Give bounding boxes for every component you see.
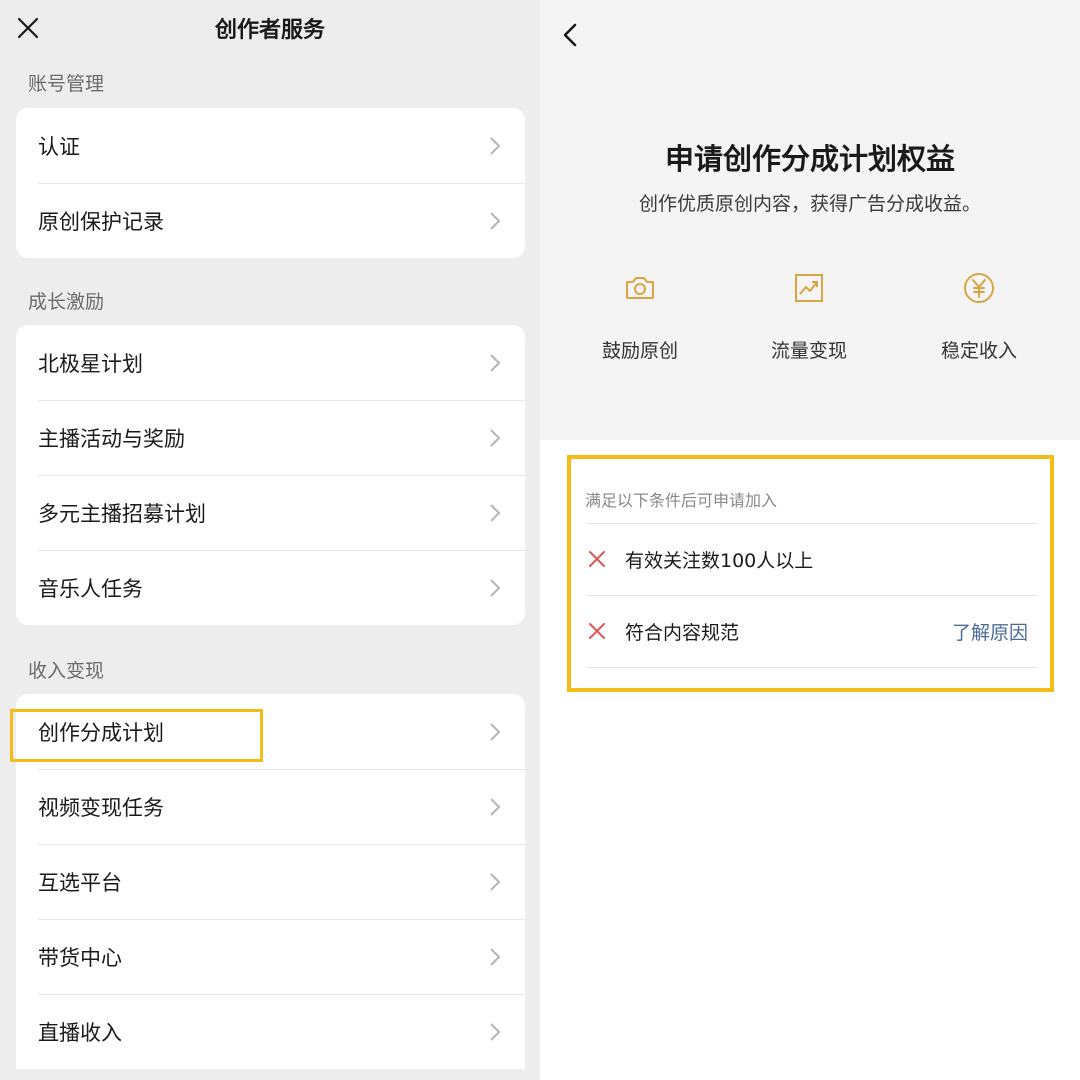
chevron-right-icon (490, 503, 501, 522)
chevron-right-icon (490, 353, 501, 372)
learn-reason-link[interactable]: 了解原因 (952, 618, 1028, 645)
feature-stable-income: 稳定收入 (894, 270, 1064, 363)
chevron-right-icon (490, 722, 501, 741)
menu-item-host-activities[interactable]: 主播活动与奖励 (16, 400, 525, 475)
feature-label: 鼓励原创 (601, 340, 678, 362)
cross-icon (589, 551, 605, 567)
menu-item-video-monetization[interactable]: 视频变现任务 (16, 769, 525, 844)
card-monetization: 创作分成计划 视频变现任务 互选平台 带货中心 直播收入 (16, 694, 525, 1069)
chevron-right-icon (490, 1022, 501, 1041)
menu-item-label: 认证 (38, 134, 80, 159)
menu-item-original-protection[interactable]: 原创保护记录 (16, 183, 525, 258)
menu-item-north-star[interactable]: 北极星计划 (16, 325, 525, 400)
camera-icon (626, 277, 654, 299)
back-arrow-icon[interactable] (560, 20, 580, 50)
cross-icon (589, 623, 605, 639)
feature-label: 流量变现 (770, 340, 847, 362)
yen-coin-icon (964, 273, 994, 303)
menu-item-label: 音乐人任务 (38, 576, 143, 601)
creator-services-panel: 创作者服务 账号管理 认证 原创保护记录 成长激励 北极星计划 主播活动与奖励 … (0, 0, 540, 1080)
feature-label: 稳定收入 (940, 340, 1017, 362)
section-label-account: 账号管理 (28, 73, 105, 95)
card-growth: 北极星计划 主播活动与奖励 多元主播招募计划 音乐人任务 (16, 325, 525, 625)
condition-content-policy: 符合内容规范 了解原因 (587, 596, 1038, 666)
menu-item-label: 原创保护记录 (38, 209, 164, 234)
chevron-right-icon (490, 947, 501, 966)
conditions-box: 满足以下条件后可申请加入 有效关注数100人以上 符合内容规范 了解原因 (567, 455, 1054, 692)
menu-item-verification[interactable]: 认证 (16, 108, 525, 183)
condition-text: 有效关注数100人以上 (625, 549, 814, 572)
benefits-title: 申请创作分成计划权益 (664, 142, 955, 176)
chevron-right-icon (490, 136, 501, 155)
feature-encourage-original: 鼓励原创 (555, 270, 725, 363)
section-label-growth: 成长激励 (28, 291, 105, 313)
chevron-right-icon (490, 428, 501, 447)
menu-item-label: 北极星计划 (38, 351, 143, 376)
menu-item-sales-center[interactable]: 带货中心 (16, 919, 525, 994)
chevron-right-icon (490, 578, 501, 597)
section-label-monetization: 收入变现 (28, 660, 105, 682)
benefits-subtitle: 创作优质原创内容，获得广告分成收益。 (638, 193, 981, 215)
menu-item-label: 创作分成计划 (38, 720, 164, 745)
benefits-header: 申请创作分成计划权益 创作优质原创内容，获得广告分成收益。 鼓励原创 流量变现 … (540, 0, 1080, 440)
card-account: 认证 原创保护记录 (16, 108, 525, 258)
menu-item-creation-revenue-share[interactable]: 创作分成计划 (16, 694, 525, 769)
chevron-right-icon (490, 797, 501, 816)
menu-item-musician-tasks[interactable]: 音乐人任务 (16, 550, 525, 625)
trend-chart-icon (795, 274, 823, 302)
condition-followers: 有效关注数100人以上 (587, 524, 1038, 594)
condition-text: 符合内容规范 (625, 621, 740, 644)
revenue-share-application-panel: 申请创作分成计划权益 创作优质原创内容，获得广告分成收益。 鼓励原创 流量变现 … (540, 0, 1080, 1080)
menu-item-host-recruitment[interactable]: 多元主播招募计划 (16, 475, 525, 550)
feature-traffic-monetization: 流量变现 (724, 270, 894, 363)
menu-item-label: 直播收入 (38, 1020, 122, 1045)
divider (587, 667, 1038, 668)
page-title: 创作者服务 (214, 18, 325, 43)
conditions-header: 满足以下条件后可申请加入 (585, 491, 778, 510)
menu-item-live-income[interactable]: 直播收入 (16, 994, 525, 1069)
menu-item-label: 带货中心 (38, 945, 122, 970)
menu-item-mutual-selection[interactable]: 互选平台 (16, 844, 525, 919)
chevron-right-icon (490, 872, 501, 891)
menu-item-label: 视频变现任务 (38, 795, 164, 820)
menu-item-label: 互选平台 (38, 870, 122, 895)
menu-item-label: 多元主播招募计划 (38, 501, 206, 526)
menu-item-label: 主播活动与奖励 (38, 426, 185, 451)
chevron-right-icon (490, 211, 501, 230)
